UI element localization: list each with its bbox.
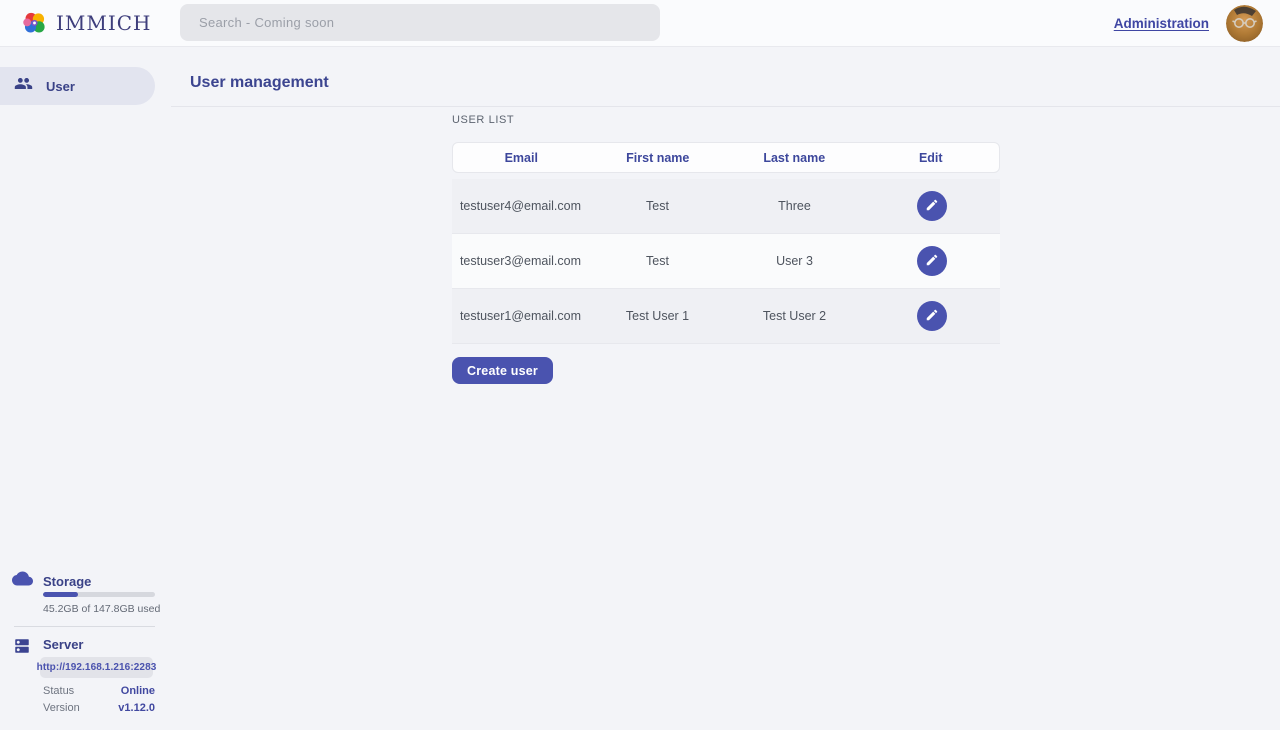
- column-header-edit: Edit: [863, 151, 1000, 165]
- title-divider: [171, 106, 1280, 107]
- administration-link[interactable]: Administration: [1114, 16, 1209, 31]
- status-value: Online: [121, 685, 155, 697]
- search-bar[interactable]: [180, 4, 660, 41]
- top-bar: IMMICH Administration: [0, 0, 1280, 47]
- storage-title: Storage: [43, 574, 91, 589]
- cell-email: testuser3@email.com: [452, 254, 589, 268]
- server-version-row: Version v1.12.0: [43, 701, 155, 714]
- column-header-first-name: First name: [590, 151, 727, 165]
- user-table: Email First name Last name Edit testuser…: [452, 142, 1000, 344]
- cell-last-name: Test User 2: [726, 309, 863, 323]
- page-title: User management: [190, 74, 329, 92]
- users-group-icon: [14, 74, 33, 98]
- table-row: testuser4@email.com Test Three: [452, 179, 1000, 234]
- cell-last-name: User 3: [726, 254, 863, 268]
- search-input[interactable]: [180, 4, 660, 41]
- version-value: v1.12.0: [118, 702, 155, 714]
- cell-email: testuser4@email.com: [452, 199, 589, 213]
- sidebar-divider: [14, 626, 155, 627]
- create-user-button[interactable]: Create user: [452, 357, 553, 384]
- sidebar-item-label: User: [46, 79, 75, 94]
- table-body: testuser4@email.com Test Three testuser3…: [452, 179, 1000, 344]
- column-header-last-name: Last name: [726, 151, 863, 165]
- edit-pencil-icon: [925, 198, 939, 215]
- cell-first-name: Test: [589, 254, 726, 268]
- edit-user-button[interactable]: [917, 301, 947, 331]
- immich-logo-icon: [21, 10, 48, 37]
- user-avatar[interactable]: [1226, 5, 1263, 42]
- server-title: Server: [43, 637, 83, 652]
- sidebar-item-user[interactable]: User: [0, 67, 155, 105]
- cell-last-name: Three: [726, 199, 863, 213]
- status-label: Status: [43, 685, 74, 697]
- cell-email: testuser1@email.com: [452, 309, 589, 323]
- edit-pencil-icon: [925, 308, 939, 325]
- table-header-row: Email First name Last name Edit: [452, 142, 1000, 173]
- table-row: testuser1@email.com Test User 1 Test Use…: [452, 289, 1000, 344]
- main-content: User management USER LIST Email First na…: [171, 47, 1280, 730]
- storage-progress-bar: [43, 592, 155, 597]
- brand-wordmark: IMMICH: [56, 11, 152, 35]
- cell-first-name: Test User 1: [589, 309, 726, 323]
- storage-progress-fill: [43, 592, 78, 597]
- edit-user-button[interactable]: [917, 191, 947, 221]
- cloud-icon: [12, 571, 33, 591]
- edit-pencil-icon: [925, 253, 939, 270]
- server-url-chip: http://192.168.1.216:2283: [40, 657, 153, 678]
- server-status-row: Status Online: [43, 684, 155, 697]
- server-icon: [13, 637, 31, 660]
- column-header-email: Email: [453, 151, 590, 165]
- user-list-label: USER LIST: [452, 113, 1000, 127]
- cell-first-name: Test: [589, 199, 726, 213]
- version-label: Version: [43, 702, 80, 714]
- sidebar: User Storage 45.2GB of 147.8GB used Serv…: [0, 47, 171, 730]
- table-row: testuser3@email.com Test User 3: [452, 234, 1000, 289]
- brand[interactable]: IMMICH: [21, 10, 152, 37]
- storage-usage-text: 45.2GB of 147.8GB used: [43, 603, 160, 615]
- edit-user-button[interactable]: [917, 246, 947, 276]
